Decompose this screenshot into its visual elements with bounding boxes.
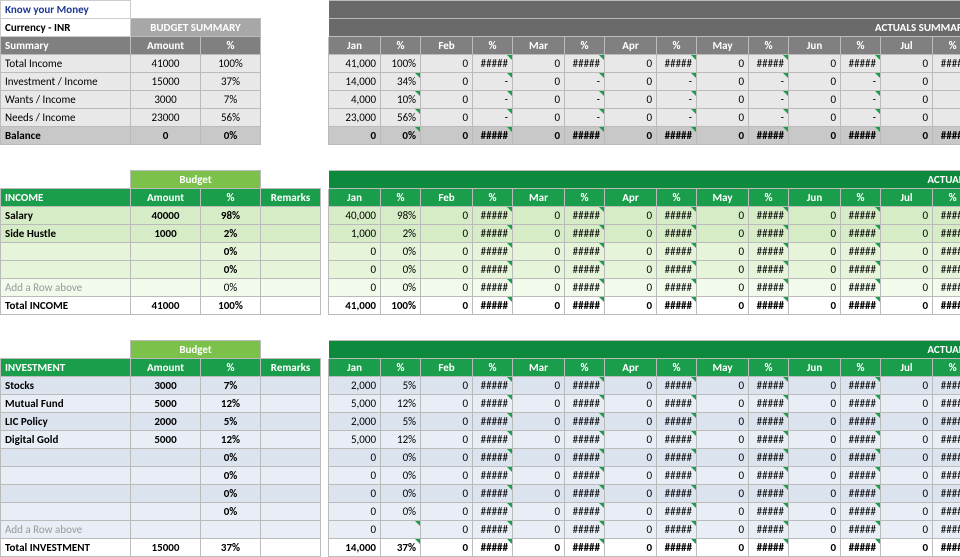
income-row[interactable]: 0% 00%0#####0#####0#####0#####0#####0###… [1,243,960,261]
summary-row[interactable]: Needs / Income2300056% 23,00056%0-0-0-0-… [1,109,960,127]
worksheet[interactable]: Know your Money Currency - INR BUDGET SU… [0,0,960,557]
remarks-header: Remarks [261,189,321,207]
budget-label: Budget [131,171,261,189]
income-row[interactable]: 0% 00%0#####0#####0#####0#####0#####0###… [1,261,960,279]
balance-row[interactable]: Balance 0 0% 00% 0##### 0##### 0##### 0#… [1,127,960,145]
amount-header: Amount [131,37,201,55]
investment-row[interactable]: Mutual Fund 500012% 5,00012%0#####0#####… [1,395,960,413]
summary-row[interactable]: Wants / Income30007% 4,00010%0-0-0-0-0-0… [1,91,960,109]
summary-header: Summary [1,37,131,55]
add-row[interactable]: Add a Row above 0% 00% 0##### 0##### 0##… [1,279,960,297]
investment-total-row[interactable]: Total INVESTMENT 15000 37% 14,00037% 0##… [1,539,960,557]
budget-summary-label: BUDGET SUMMARY [131,19,261,37]
pct-header: % [201,37,261,55]
income-title: INCOME [1,189,131,207]
investment-row[interactable]: LIC Policy 20005% 2,0005%0#####0#####0##… [1,413,960,431]
investment-row[interactable]: 0% 00%0#####0#####0#####0#####0#####0###… [1,503,960,521]
investment-title: INVESTMENT [1,359,131,377]
investment-row[interactable]: 0% 00%0#####0#####0#####0#####0#####0###… [1,467,960,485]
investment-row[interactable]: 0% 00%0#####0#####0#####0#####0#####0###… [1,449,960,467]
add-row[interactable]: Add a Row above 0 0##### 0##### 0##### 0… [1,521,960,539]
title-cell[interactable]: Know your Money [1,1,131,19]
income-total-row[interactable]: Total INCOME 41000 100% 41,000100% 0####… [1,297,960,315]
investment-row[interactable]: 0% 00%0#####0#####0#####0#####0#####0###… [1,485,960,503]
currency-cell[interactable]: Currency - INR [1,19,131,37]
summary-row[interactable]: Total Income41000100% 41,000100%0#####0#… [1,55,960,73]
income-row[interactable]: Salary 4000098% 40,00098%0#####0#####0##… [1,207,960,225]
month-header: Jan [329,37,381,55]
summary-row[interactable]: Investment / Income1500037% 14,00034%0-0… [1,73,960,91]
actuals-label: ACTUALS [789,171,960,189]
income-row[interactable]: Side Hustle 10002% 1,0002%0#####0#####0#… [1,225,960,243]
actuals-summary-label: ACTUALS SUMMARY [789,19,960,37]
investment-row[interactable]: Digital Gold 500012% 5,00012%0#####0####… [1,431,960,449]
investment-row[interactable]: Stocks 30007% 2,0005%0#####0#####0#####0… [1,377,960,395]
